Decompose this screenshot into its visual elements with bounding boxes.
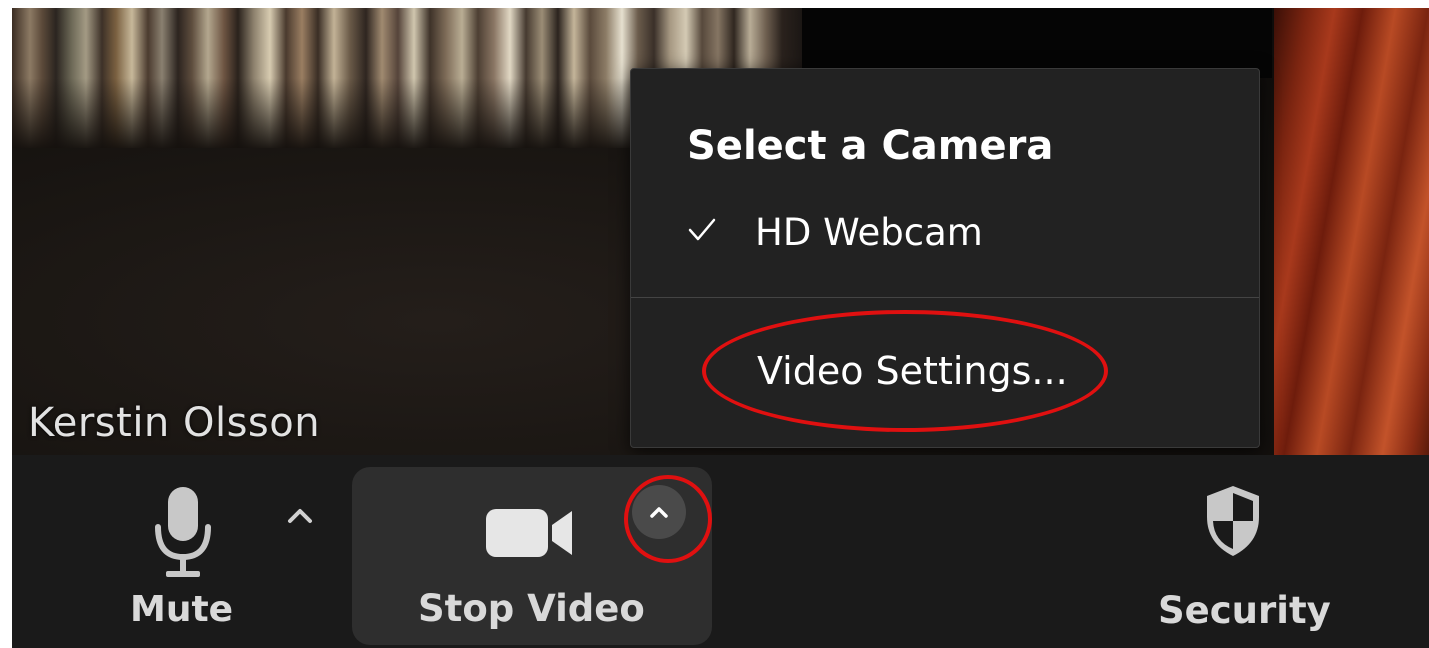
video-options-chevron[interactable] xyxy=(632,485,686,539)
video-settings-menu-item[interactable]: Video Settings... xyxy=(631,339,1259,409)
chevron-up-icon xyxy=(288,509,312,523)
camera-menu: Select a Camera HD Webcam Video Settings… xyxy=(630,68,1260,448)
camera-option-hd-webcam[interactable]: HD Webcam xyxy=(631,203,1259,267)
security-label: Security xyxy=(1158,589,1331,632)
mute-button[interactable]: Mute xyxy=(120,475,270,635)
menu-divider xyxy=(631,297,1259,298)
chevron-up-icon xyxy=(650,507,668,518)
audio-options-chevron[interactable] xyxy=(280,495,320,535)
camera-option-label: HD Webcam xyxy=(755,211,983,254)
mute-label: Mute xyxy=(130,589,234,630)
participant-name-label: Kerstin Olsson xyxy=(28,400,321,446)
menu-heading: Select a Camera xyxy=(687,123,1054,169)
video-camera-icon xyxy=(482,503,578,563)
security-button[interactable]: Security xyxy=(1142,475,1332,635)
microphone-icon xyxy=(152,483,214,583)
video-settings-label: Video Settings... xyxy=(757,349,1068,393)
stop-video-label: Stop Video xyxy=(418,587,645,630)
meeting-toolbar: Mute Stop Video Security xyxy=(12,455,1429,648)
background-red-curtain xyxy=(1274,8,1429,455)
zoom-meeting-window: Kerstin Olsson Select a Camera HD Webcam… xyxy=(12,8,1429,648)
shield-icon xyxy=(1202,483,1264,559)
check-icon xyxy=(687,215,717,245)
